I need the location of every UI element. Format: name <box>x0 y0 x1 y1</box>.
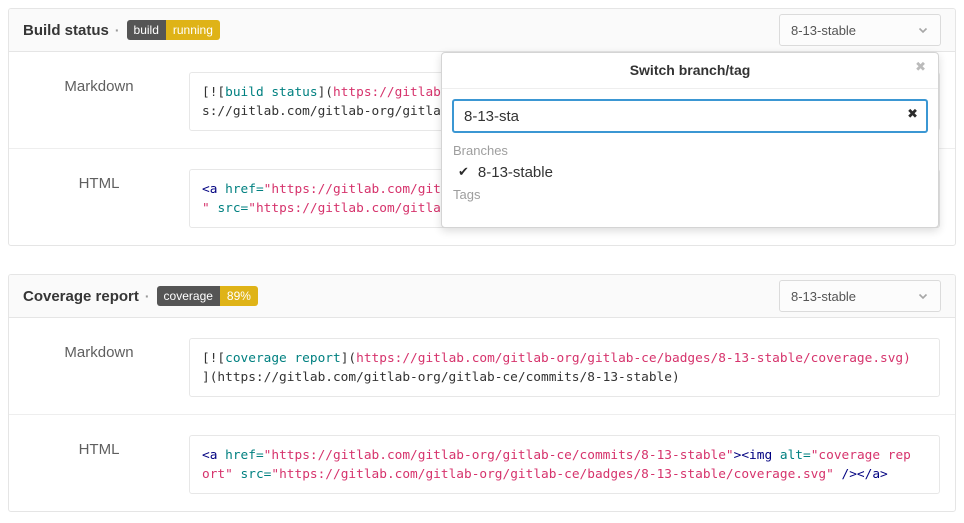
branches-section-header: Branches <box>452 141 928 161</box>
title-separator: · <box>115 22 120 38</box>
code-line: ](https://gitlab.com/gitlab-org/gitlab-c… <box>202 368 931 387</box>
html-label: HTML <box>9 435 189 494</box>
badge-value: running <box>166 20 220 40</box>
close-icon[interactable]: ✖ <box>915 60 926 75</box>
badge-key: build <box>127 20 166 40</box>
code-segment: href= <box>225 448 264 463</box>
code-segment: build status <box>225 85 317 100</box>
popup-header: Switch branch/tag ✖ <box>442 53 938 89</box>
code-segment <box>834 467 842 482</box>
code-segment: <a <box>202 448 217 463</box>
html-code-coverage[interactable]: <a href="https://gitlab.com/gitlab-org/g… <box>189 435 940 494</box>
branch-list: Branches ✔ 8-13-stable Tags <box>442 133 938 205</box>
code-segment: [![ <box>202 85 225 100</box>
coverage-report-body: Markdown [![coverage report](https://git… <box>9 318 955 511</box>
title-separator: · <box>145 288 150 304</box>
branch-selector-build[interactable]: 8-13-stable <box>779 14 941 46</box>
html-row: HTML <a href="https://gitlab.com/gitlab-… <box>9 414 955 511</box>
chevron-down-icon <box>917 24 929 36</box>
branch-selector-coverage[interactable]: 8-13-stable <box>779 280 941 312</box>
code-line: ort" src="https://gitlab.com/gitlab-org/… <box>202 465 931 484</box>
branch-selector-value: 8-13-stable <box>791 23 856 38</box>
code-segment: " <box>202 201 210 216</box>
code-segment <box>233 467 241 482</box>
code-line: [![coverage report](https://gitlab.com/g… <box>202 349 931 368</box>
code-segment: ](https://gitlab.com/gitlab-org/gitlab-c… <box>202 370 680 385</box>
code-segment: /></a> <box>842 467 888 482</box>
build-status-header: Build status · buildrunning 8-13-stable <box>9 9 955 52</box>
code-line: <a href="https://gitlab.com/gitlab-org/g… <box>202 446 931 465</box>
code-segment: "https://gitlab.com/gitlab-org/gitlab-ce… <box>264 448 734 463</box>
panel-title: Coverage report <box>23 288 139 305</box>
code-segment: ]( <box>341 351 356 366</box>
tags-section-header: Tags <box>452 185 928 205</box>
code-segment <box>217 182 225 197</box>
code-segment: coverage report <box>225 351 341 366</box>
code-segment: "coverage rep <box>811 448 911 463</box>
code-segment: ]( <box>318 85 333 100</box>
coverage-report-header: Coverage report · coverage89% 8-13-stabl… <box>9 275 955 318</box>
branch-item-label: 8-13-stable <box>478 164 553 181</box>
branch-search-input[interactable] <box>452 99 928 133</box>
panel-title: Build status <box>23 22 109 39</box>
html-label: HTML <box>9 169 189 228</box>
code-segment <box>772 448 780 463</box>
chevron-down-icon <box>917 290 929 302</box>
code-segment <box>217 448 225 463</box>
code-segment: ort" <box>202 467 233 482</box>
code-segment: https://gitlab.com/gitlab-org/gitlab-ce/… <box>356 351 911 366</box>
markdown-row: Markdown [![coverage report](https://git… <box>9 318 955 414</box>
branch-search: ✖ <box>452 99 928 133</box>
code-segment: [![ <box>202 351 225 366</box>
markdown-code-coverage[interactable]: [![coverage report](https://gitlab.com/g… <box>189 338 940 397</box>
check-icon: ✔ <box>458 165 469 180</box>
branch-selector-value: 8-13-stable <box>791 289 856 304</box>
code-segment: src= <box>241 467 272 482</box>
branch-item-8-13-stable[interactable]: ✔ 8-13-stable <box>452 161 928 185</box>
switch-branch-popup: Switch branch/tag ✖ ✖ Branches ✔ 8-13-st… <box>441 52 939 228</box>
markdown-label: Markdown <box>9 72 189 131</box>
code-segment: alt= <box>780 448 811 463</box>
coverage-badge-image: coverage89% <box>157 286 258 306</box>
markdown-label: Markdown <box>9 338 189 397</box>
badge-key: coverage <box>157 286 220 306</box>
coverage-report-panel: Coverage report · coverage89% 8-13-stabl… <box>8 274 956 512</box>
clear-search-icon[interactable]: ✖ <box>907 107 918 122</box>
popup-title: Switch branch/tag <box>630 62 751 78</box>
build-status-badge-image: buildrunning <box>127 20 220 40</box>
code-segment: ><img <box>734 448 773 463</box>
code-segment: "https://gitlab.com/gitlab-org/gitlab-ce… <box>271 467 833 482</box>
badge-value: 89% <box>220 286 258 306</box>
code-segment: src= <box>217 201 248 216</box>
code-segment: href= <box>225 182 264 197</box>
code-segment: <a <box>202 182 217 197</box>
